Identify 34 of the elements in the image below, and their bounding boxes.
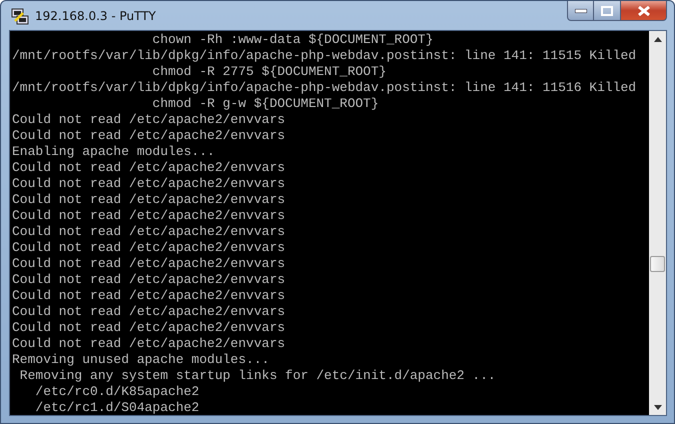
terminal-line: Could not read /etc/apache2/envvars — [11, 208, 286, 224]
terminal-line: Could not read /etc/apache2/envvars — [11, 320, 286, 336]
terminal-line: Could not read /etc/apache2/envvars — [11, 304, 286, 320]
close-icon — [638, 6, 650, 16]
terminal-line: Enabling apache modules... — [11, 144, 216, 160]
close-button[interactable] — [621, 1, 667, 21]
terminal-line: /mnt/rootfs/var/lib/dpkg/info/apache-php-webdav.postinst: line 141: 11516 Killed — [11, 80, 638, 96]
minimize-button[interactable] — [567, 1, 594, 21]
computer-icon — [11, 6, 29, 24]
scrollbar-thumb[interactable] — [650, 256, 665, 272]
terminal-line: Removing any system startup links for /etc/init.d/apache2 ... — [18, 368, 497, 384]
scrollbar[interactable] — [649, 31, 666, 415]
maximize-button[interactable] — [594, 1, 621, 21]
terminal-line: Could not read /etc/apache2/envvars — [11, 112, 286, 128]
terminal-line: Could not read /etc/apache2/envvars — [11, 256, 286, 272]
maximize-icon — [601, 6, 613, 16]
terminal-line: Could not read /etc/apache2/envvars — [11, 176, 286, 192]
terminal-line: Removing unused apache modules... — [11, 352, 270, 368]
terminal-line: /mnt/rootfs/var/lib/dpkg/info/apache-php-webdav.postinst: line 141: 11515 Killed — [11, 48, 638, 64]
terminal-line: Could not read /etc/apache2/envvars — [11, 240, 286, 256]
terminal-line: chown -Rh :www-data ${DOCUMENT_ROOT} — [151, 32, 434, 48]
terminal-line: Could not read /etc/apache2/envvars — [11, 336, 286, 352]
terminal-line: Could not read /etc/apache2/envvars — [11, 272, 286, 288]
terminal-line: chmod -R g-w ${DOCUMENT_ROOT} — [151, 96, 380, 112]
terminal-line: Could not read /etc/apache2/envvars — [11, 192, 286, 208]
minimize-icon — [574, 8, 586, 12]
terminal-line: /etc/rc0.d/K85apache2 — [34, 384, 200, 400]
terminal-line: Could not read /etc/apache2/envvars — [11, 128, 286, 144]
terminal-line: /etc/rc1.d/S04apache2 — [34, 400, 200, 415]
terminal-line: Could not read /etc/apache2/envvars — [11, 288, 286, 304]
terminal-line: Could not read /etc/apache2/envvars — [11, 224, 286, 240]
terminal-line: chmod -R 2775 ${DOCUMENT_ROOT} — [151, 64, 388, 80]
window-title: 192.168.0.3 - PuTTY — [35, 8, 156, 22]
terminal-line: Could not read /etc/apache2/envvars — [11, 160, 286, 176]
